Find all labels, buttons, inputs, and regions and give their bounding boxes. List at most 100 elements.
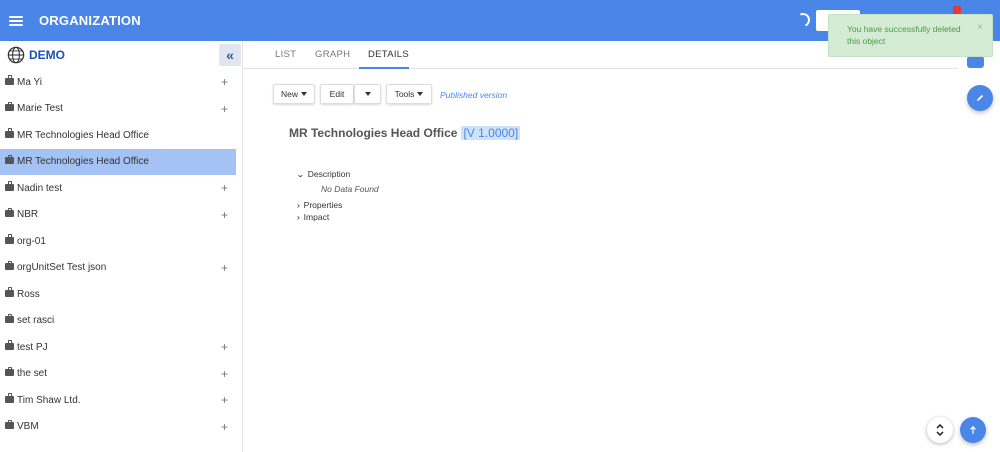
properties-section-toggle[interactable]: › Properties — [296, 200, 343, 210]
impact-label: Impact — [303, 212, 330, 222]
description-section-toggle[interactable]: ⌄ Description — [295, 169, 351, 179]
briefcase-icon — [5, 207, 14, 218]
expand-plus-icon[interactable]: + — [221, 261, 228, 275]
sidebar-item[interactable]: orgUnitSet Test json + — [0, 255, 242, 282]
sidebar-item-label: Ma Yi — [17, 76, 43, 88]
sidebar-item[interactable]: set rasci — [0, 308, 242, 335]
sidebar-item-label: the set — [17, 368, 48, 380]
sidebar-item[interactable]: org-01 — [0, 228, 242, 255]
edit-button-label: Edit — [329, 89, 345, 99]
briefcase-icon — [5, 75, 14, 85]
sidebar-item-label: org-01 — [17, 235, 46, 247]
sidebar: DEMO « Ma Yi + Marie Test + MR Technologies … — [0, 41, 243, 452]
version-label: [V 1.0000] — [461, 126, 521, 140]
scroll-to-top-button[interactable] — [960, 417, 986, 443]
expand-plus-icon[interactable]: + — [221, 75, 228, 89]
edit-fab-button[interactable] — [967, 85, 993, 111]
briefcase-icon — [5, 313, 14, 324]
caret-down-icon — [364, 92, 371, 96]
briefcase-icon — [5, 393, 14, 403]
sidebar-item[interactable]: test PJ + — [0, 334, 242, 361]
briefcase-icon — [5, 419, 14, 430]
tools-button-label: Tools — [394, 89, 415, 99]
caret-down-icon — [301, 92, 307, 96]
object-title: MR Technologies Head Office [V 1.0000] — [289, 126, 521, 140]
properties-label: Properties — [303, 200, 343, 210]
briefcase-icon — [5, 181, 14, 191]
object-title-text: MR Technologies Head Office — [289, 126, 458, 140]
sidebar-item-label: MR Technologies Head Office — [17, 129, 149, 141]
briefcase-icon — [5, 234, 14, 244]
no-data-text: No Data Found — [321, 184, 379, 194]
app-title: ORGANIZATION — [39, 13, 141, 28]
expand-plus-icon[interactable]: + — [221, 420, 228, 434]
tab-graph[interactable]: GRAPH — [315, 49, 350, 60]
sidebar-item-label: Nadin test — [17, 182, 63, 194]
sidebar-item[interactable]: Tim Shaw Ltd. + — [0, 387, 242, 414]
expand-plus-icon[interactable]: + — [221, 340, 228, 354]
floating-action-partial[interactable] — [967, 56, 984, 68]
briefcase-icon — [5, 366, 14, 377]
expand-plus-icon[interactable]: + — [221, 367, 228, 381]
version-status: Published version — [440, 90, 508, 100]
briefcase-icon — [5, 128, 14, 138]
org-name: DEMO — [29, 48, 65, 62]
loading-spinner-icon — [794, 11, 812, 29]
sidebar-item-label: NBR — [17, 209, 39, 221]
sidebar-item-label: orgUnitSet Test json — [17, 262, 107, 274]
expand-plus-icon[interactable]: + — [221, 181, 228, 195]
sidebar-item-label: Ross — [17, 288, 40, 300]
briefcase-icon — [5, 101, 14, 112]
close-icon[interactable]: × — [977, 22, 983, 34]
tab-list[interactable]: LIST — [275, 49, 296, 60]
sidebar-item[interactable]: Ross — [0, 281, 242, 308]
briefcase-icon — [5, 340, 14, 350]
expand-plus-icon[interactable]: + — [221, 393, 228, 407]
org-tree-list: Ma Yi + Marie Test + MR Technologies Head Of… — [0, 69, 242, 440]
sidebar-item[interactable]: NBR + — [0, 202, 242, 229]
description-label: Description — [307, 169, 351, 179]
hamburger-menu-icon[interactable] — [9, 15, 23, 26]
sidebar-item[interactable]: Marie Test + — [0, 96, 242, 123]
edit-button[interactable]: Edit — [320, 84, 354, 104]
sidebar-item[interactable]: Nadin test + — [0, 175, 242, 202]
success-toast: You have successfully deleted this objec… — [828, 14, 993, 57]
toast-message: You have successfully deleted this objec… — [847, 24, 961, 46]
sidebar-item-label: set rasci — [17, 315, 55, 327]
chevron-up-down-icon — [936, 423, 944, 437]
briefcase-icon — [5, 154, 14, 165]
sidebar-item-label: Marie Test — [17, 103, 63, 115]
globe-icon — [7, 46, 25, 64]
impact-section-toggle[interactable]: › Impact — [296, 212, 330, 222]
tools-button[interactable]: Tools — [386, 84, 432, 104]
notification-badge[interactable] — [953, 6, 961, 14]
caret-down-icon — [417, 92, 424, 96]
briefcase-icon — [5, 287, 14, 297]
arrow-up-icon — [970, 425, 976, 434]
active-tab-indicator — [359, 67, 409, 69]
new-button[interactable]: New — [273, 84, 315, 104]
new-button-label: New — [280, 89, 298, 99]
sidebar-item-label: VBM — [17, 421, 39, 433]
chevron-down-icon: ⌄ — [295, 170, 305, 179]
tab-details[interactable]: DETAILS — [368, 49, 409, 60]
sidebar-item-label: MR Technologies Head Office — [17, 156, 149, 168]
main-content: LIST GRAPH DETAILS New Edit Tools Publis… — [243, 41, 1000, 452]
sidebar-item-label: Tim Shaw Ltd. — [17, 394, 81, 406]
sidebar-item-label: test PJ — [17, 341, 48, 353]
sidebar-item[interactable]: the set + — [0, 361, 242, 388]
pencil-icon — [977, 94, 984, 101]
sidebar-item[interactable]: Ma Yi + — [0, 69, 242, 96]
edit-dropdown-button[interactable] — [354, 84, 381, 104]
expand-plus-icon[interactable]: + — [221, 102, 228, 116]
briefcase-icon — [5, 260, 14, 271]
sidebar-item[interactable]: MR Technologies Head Office — [0, 148, 236, 175]
sidebar-item[interactable]: VBM + — [0, 414, 242, 441]
collapse-sidebar-button[interactable]: « — [219, 44, 241, 66]
expand-plus-icon[interactable]: + — [221, 208, 228, 222]
scroll-toggle-button[interactable] — [927, 417, 953, 443]
sidebar-item[interactable]: MR Technologies Head Office — [0, 122, 242, 149]
sidebar-header: DEMO « — [0, 41, 242, 69]
chevron-right-icon: › — [296, 201, 301, 210]
chevron-right-icon: › — [296, 213, 301, 222]
